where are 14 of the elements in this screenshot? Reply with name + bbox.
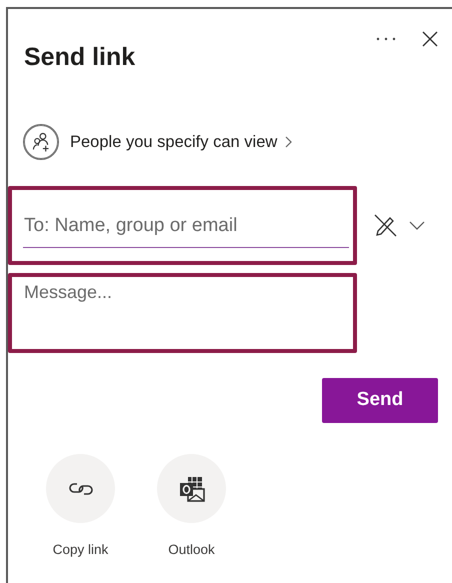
recipient-field[interactable]: To: Name, group or email (8, 186, 357, 265)
send-button[interactable]: Send (322, 378, 438, 423)
message-field[interactable]: Message... (8, 273, 357, 353)
chevron-down-icon[interactable] (409, 221, 425, 230)
option-label: Copy link (52, 541, 108, 559)
more-icon[interactable] (376, 37, 396, 41)
dialog-title: Send link (24, 42, 136, 73)
chevron-right-icon[interactable] (285, 136, 292, 148)
permission-link[interactable]: People you specify can view (70, 130, 278, 154)
people-add-icon[interactable] (23, 124, 59, 160)
option-label: Outlook (168, 541, 215, 559)
pen-icon[interactable] (374, 214, 397, 237)
close-icon[interactable] (422, 31, 438, 47)
mail-app-icon (178, 474, 206, 502)
